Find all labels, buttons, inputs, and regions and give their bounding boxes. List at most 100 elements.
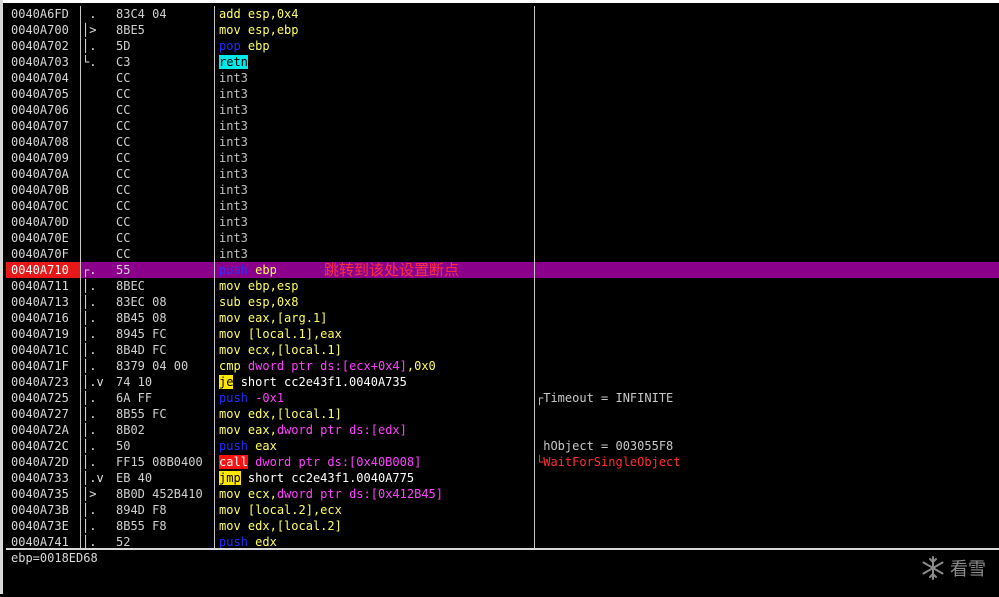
address-cell: 0040A70F: [11, 247, 69, 261]
disassembly-cell: int3: [219, 214, 535, 230]
disassembly-cell: mov esp,ebp: [219, 22, 535, 38]
address-cell: 0040A733: [11, 471, 69, 485]
disasm-row[interactable]: 0040A70E CC int3: [6, 230, 999, 246]
disasm-row[interactable]: 0040A723 │.v 74 10 je short cc2e43f1.0040A7…: [6, 374, 999, 390]
disassembly-cell: je short cc2e43f1.0040A735: [219, 374, 535, 390]
breakpoint-row[interactable]: 0040A710 ┌. 55 push ebp 跳转到该处设置断点: [6, 262, 999, 278]
disasm-row[interactable]: 0040A70C CC int3: [6, 198, 999, 214]
disasm-row[interactable]: 0040A725 │. 6A FF push -0x1 ┌Timeout = INFIN…: [6, 390, 999, 406]
flow-marker: [82, 86, 110, 102]
operands: ecx,dword ptr ds:[0x412B45]: [247, 487, 443, 501]
mnemonic: push: [219, 391, 248, 405]
flow-marker: [82, 166, 110, 182]
address-cell: 0040A70D: [11, 215, 69, 229]
disasm-row[interactable]: 0040A706 CC int3: [6, 102, 999, 118]
disassembly-cell: int3: [219, 198, 535, 214]
disassembly-cell: int3: [219, 150, 535, 166]
column-divider[interactable]: [214, 6, 215, 548]
mnemonic: int3: [219, 231, 248, 245]
mnemonic: mov: [219, 503, 241, 517]
flow-marker: │>: [82, 23, 97, 37]
address-cell: 0040A711: [11, 279, 69, 293]
address-cell: 0040A71C: [11, 343, 69, 357]
disasm-row[interactable]: 0040A70A CC int3: [6, 166, 999, 182]
column-divider[interactable]: [534, 6, 535, 548]
disasm-row[interactable]: 0040A713 │. 83EC 08 sub esp,0x8: [6, 294, 999, 310]
address-cell: 0040A702: [11, 39, 69, 53]
address-cell: 0040A70E: [11, 231, 69, 245]
disassembly-cell: mov eax,[arg.1]: [219, 310, 535, 326]
flow-marker: └.: [82, 55, 97, 69]
disassembly-cell: mov edx,[local.2]: [219, 518, 535, 534]
disasm-row[interactable]: 0040A73B │. 894D F8 mov [local.2],ecx: [6, 502, 999, 518]
address-cell: 0040A704: [11, 71, 69, 85]
flow-marker: │.: [82, 295, 97, 309]
operands: edx,[local.2]: [247, 519, 342, 533]
operands: eax: [255, 439, 277, 453]
disasm-row[interactable]: 0040A72D │. FF15 08B0400 call dword ptr ds:…: [6, 454, 999, 470]
disasm-row[interactable]: 0040A719 │. 8945 FC mov [local.1],eax: [6, 326, 999, 342]
disasm-row[interactable]: 0040A704 CC int3: [6, 70, 999, 86]
flow-marker: │.: [82, 455, 97, 469]
mnemonic: int3: [219, 215, 248, 229]
disasm-row[interactable]: 0040A735 │> 8B0D 452B410 mov ecx,dword ptr …: [6, 486, 999, 502]
column-divider[interactable]: [80, 6, 81, 548]
disasm-row[interactable]: 0040A702 │. 5D pop ebp: [6, 38, 999, 54]
hex-dump-cell: CC: [116, 183, 131, 197]
mnemonic: jmp: [219, 471, 241, 485]
hex-dump-cell: CC: [116, 199, 131, 213]
mnemonic: retn: [219, 55, 248, 69]
comment-cell: ┌Timeout = INFINITE: [536, 391, 674, 405]
disasm-row[interactable]: 0040A70D CC int3: [6, 214, 999, 230]
disasm-row[interactable]: 0040A700 │> 8BE5 mov esp,ebp: [6, 22, 999, 38]
operands: ebp: [247, 39, 270, 53]
disasm-row[interactable]: 0040A72C │. 50 push eax hObject = 003055F8: [6, 438, 999, 454]
operands: short cc2e43f1.0040A775: [247, 471, 415, 485]
hex-dump-cell: 8945 FC: [116, 327, 167, 341]
disasm-row[interactable]: 0040A741 │. 52 push edx: [6, 534, 999, 548]
address-cell: 0040A73B: [11, 503, 69, 517]
disasm-row[interactable]: 0040A71F │. 8379 04 00 cmp dword ptr ds:[ec…: [6, 358, 999, 374]
disassembly-cell: retn: [219, 54, 535, 70]
disassembly-cell: int3: [219, 246, 535, 262]
disasm-row[interactable]: 0040A70F CC int3: [6, 246, 999, 262]
disasm-row[interactable]: 0040A733 │.v EB 40 jmp short cc2e43f1.0040A…: [6, 470, 999, 486]
address-cell: 0040A713: [11, 295, 69, 309]
disasm-row[interactable]: 0040A708 CC int3: [6, 134, 999, 150]
address-cell: 0040A741: [11, 535, 69, 548]
debugger-window: 0040A6FD . 83C4 04 add esp,0x4 0040A700 │> 8B…: [0, 0, 999, 597]
operands: edx: [255, 535, 277, 548]
hex-dump-cell: CC: [116, 135, 131, 149]
mnemonic: mov: [219, 519, 241, 533]
flow-marker: │.: [82, 327, 97, 341]
disasm-row[interactable]: 0040A716 │. 8B45 08 mov eax,[arg.1]: [6, 310, 999, 326]
mnemonic: int3: [219, 151, 248, 165]
disasm-row[interactable]: 0040A707 CC int3: [6, 118, 999, 134]
register-info: ebp=0018ED68: [11, 551, 98, 565]
disassembly-cell: int3: [219, 70, 535, 86]
disasm-row[interactable]: 0040A709 CC int3: [6, 150, 999, 166]
mnemonic: mov: [219, 487, 241, 501]
operands: [local.1],eax: [247, 327, 342, 341]
disasm-row[interactable]: 0040A705 CC int3: [6, 86, 999, 102]
disassembly-cell: mov ecx,dword ptr ds:[0x412B45]: [219, 486, 535, 502]
disasm-row[interactable]: 0040A711 │. 8BEC mov ebp,esp: [6, 278, 999, 294]
mnemonic: int3: [219, 199, 248, 213]
disassembly-cell: add esp,0x4: [219, 6, 535, 22]
operands: short cc2e43f1.0040A735: [240, 375, 407, 389]
flow-marker: │.: [82, 39, 97, 53]
disasm-row[interactable]: 0040A70B CC int3: [6, 182, 999, 198]
disasm-row[interactable]: 0040A71C │. 8B4D FC mov ecx,[local.1]: [6, 342, 999, 358]
address-cell: 0040A719: [11, 327, 69, 341]
disassembly-rows: 0040A6FD . 83C4 04 add esp,0x4 0040A700 │> 8B…: [6, 6, 999, 548]
disasm-row[interactable]: 0040A73E │. 8B55 F8 mov edx,[local.2]: [6, 518, 999, 534]
disasm-row[interactable]: 0040A703 └. C3 retn: [6, 54, 999, 70]
disasm-row[interactable]: 0040A727 │. 8B55 FC mov edx,[local.1]: [6, 406, 999, 422]
breakpoint-note: 跳转到该处设置断点: [324, 261, 460, 279]
disasm-row[interactable]: 0040A6FD . 83C4 04 add esp,0x4: [6, 6, 999, 22]
disassembly-pane[interactable]: 0040A6FD . 83C4 04 add esp,0x4 0040A700 │> 8B…: [6, 6, 999, 548]
mnemonic: add: [219, 7, 241, 21]
disasm-row[interactable]: 0040A72A │. 8B02 mov eax,dword ptr ds:[edx]: [6, 422, 999, 438]
comment-cell: hObject = 003055F8: [536, 439, 674, 453]
flow-marker: [82, 70, 110, 86]
